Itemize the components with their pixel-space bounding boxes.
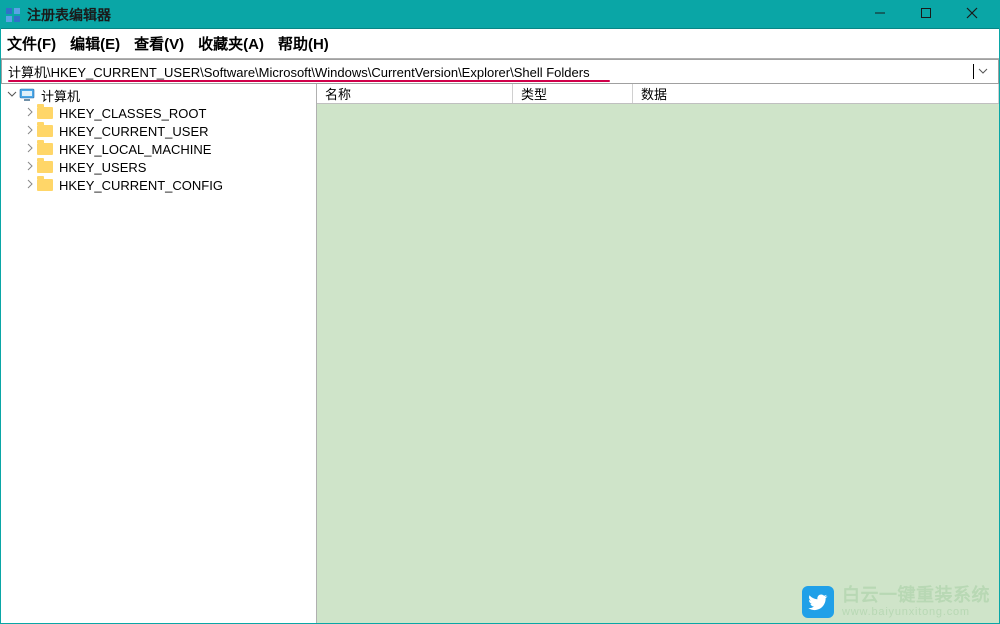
- chevron-right-icon[interactable]: [23, 143, 37, 156]
- tree-hive-label: HKEY_LOCAL_MACHINE: [59, 142, 211, 157]
- tree-hive-label: HKEY_USERS: [59, 160, 146, 175]
- watermark: 白云一键重装系统 www.baiyunxitong.com: [802, 586, 990, 618]
- menu-edit[interactable]: 编辑(E): [70, 33, 120, 54]
- column-data[interactable]: 数据: [633, 84, 999, 103]
- menu-file[interactable]: 文件(F): [7, 33, 56, 54]
- tree-hive-label: HKEY_CLASSES_ROOT: [59, 106, 206, 121]
- folder-icon: [37, 177, 53, 193]
- maximize-icon: [920, 6, 932, 23]
- tree-hive-label: HKEY_CURRENT_CONFIG: [59, 178, 223, 193]
- minimize-icon: [874, 6, 886, 23]
- chevron-right-icon[interactable]: [23, 179, 37, 192]
- folder-icon: [37, 123, 53, 139]
- addressbar-highlight: [8, 80, 610, 82]
- window-title: 注册表编辑器: [27, 5, 111, 25]
- watermark-text: 白云一键重装系统 www.baiyunxitong.com: [842, 586, 990, 618]
- tree-hive-hkcu[interactable]: HKEY_CURRENT_USER: [1, 122, 316, 140]
- watermark-line2: www.baiyunxitong.com: [842, 606, 990, 618]
- chevron-right-icon[interactable]: [23, 161, 37, 174]
- chevron-right-icon[interactable]: [23, 107, 37, 120]
- list-body[interactable]: [317, 104, 999, 623]
- menu-view[interactable]: 查看(V): [134, 33, 184, 54]
- tree-root-label: 计算机: [41, 86, 80, 105]
- watermark-bird-icon: [802, 586, 834, 618]
- menu-help[interactable]: 帮助(H): [278, 33, 329, 54]
- app-icon: [5, 7, 21, 23]
- watermark-line1: 白云一键重装系统: [842, 586, 990, 606]
- tree-hive-hklm[interactable]: HKEY_LOCAL_MACHINE: [1, 140, 316, 158]
- titlebar: 注册表编辑器: [1, 1, 999, 29]
- addressbar-dropdown-icon[interactable]: [974, 64, 992, 79]
- chevron-right-icon[interactable]: [23, 125, 37, 138]
- chevron-down-icon[interactable]: [5, 89, 19, 102]
- folder-icon: [37, 105, 53, 121]
- tree-hive-label: HKEY_CURRENT_USER: [59, 124, 209, 139]
- list-pane: 名称 类型 数据: [317, 84, 999, 623]
- folder-icon: [37, 159, 53, 175]
- list-header: 名称 类型 数据: [317, 84, 999, 104]
- column-type[interactable]: 类型: [513, 84, 633, 103]
- tree-root-computer[interactable]: 计算机: [1, 86, 316, 104]
- tree-hive-hkcc[interactable]: HKEY_CURRENT_CONFIG: [1, 176, 316, 194]
- close-icon: [966, 6, 978, 23]
- addressbar[interactable]: 计算机\HKEY_CURRENT_USER\Software\Microsoft…: [1, 59, 999, 84]
- window: 注册表编辑器 文件(F) 编辑(E) 查看(V) 收藏夹(A) 帮助(: [0, 0, 1000, 624]
- close-button[interactable]: [949, 1, 995, 29]
- menubar: 文件(F) 编辑(E) 查看(V) 收藏夹(A) 帮助(H): [1, 29, 999, 59]
- addressbar-path: 计算机\HKEY_CURRENT_USER\Software\Microsoft…: [8, 62, 972, 81]
- tree-pane[interactable]: 计算机 HKEY_CLASSES_ROOT HKEY_CURRENT_USER: [1, 84, 317, 623]
- maximize-button[interactable]: [903, 1, 949, 29]
- menu-favorites[interactable]: 收藏夹(A): [198, 33, 264, 54]
- tree-hive-hkcr[interactable]: HKEY_CLASSES_ROOT: [1, 104, 316, 122]
- column-name[interactable]: 名称: [317, 84, 513, 103]
- folder-icon: [37, 141, 53, 157]
- minimize-button[interactable]: [857, 1, 903, 29]
- workspace: 计算机 HKEY_CLASSES_ROOT HKEY_CURRENT_USER: [1, 84, 999, 623]
- tree-hive-hku[interactable]: HKEY_USERS: [1, 158, 316, 176]
- computer-icon: [19, 87, 35, 103]
